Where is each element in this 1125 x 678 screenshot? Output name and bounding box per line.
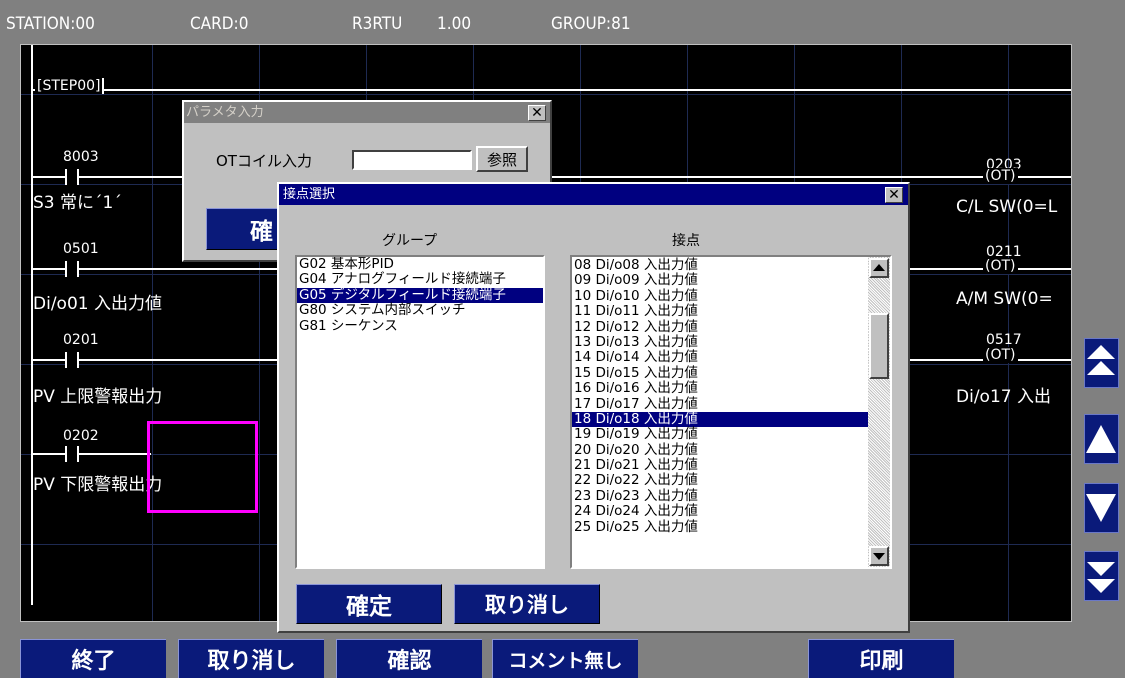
contact-select-dialog: 接点選択 ✕ グループ 接点 G02 基本形PID G04 アナログフィールド接続… <box>277 182 910 633</box>
step-line <box>31 89 1071 91</box>
coil-comment: C/L SW(0=L <box>956 197 1058 217</box>
contact-address: 0201 <box>63 332 99 348</box>
contact-list-item[interactable]: 09 Di/o09 入出力値 <box>572 272 870 288</box>
page-down-icon <box>1087 562 1115 593</box>
card-label: CARD:0 <box>190 14 249 34</box>
group-list-item[interactable]: G04 アナログフィールド接続端子 <box>297 271 543 287</box>
param-confirm-button[interactable]: 確 <box>206 208 280 250</box>
contact-address: 0501 <box>63 241 99 257</box>
up-icon <box>1086 425 1116 453</box>
page-up-icon <box>1087 345 1115 375</box>
contact-confirm-button[interactable]: 確定 <box>296 584 442 624</box>
rung-line <box>31 453 151 455</box>
coil-type: OT <box>990 168 1011 184</box>
model-label: R3RTU <box>352 14 403 34</box>
contact-no-icon[interactable] <box>65 169 79 185</box>
contact-address: 0202 <box>63 428 99 444</box>
contact-scrollbar[interactable] <box>868 257 890 567</box>
contact-no-icon[interactable] <box>65 446 79 462</box>
contact-comment: PV 下限警報出力 <box>33 475 163 495</box>
contact-cancel-button[interactable]: 取り消し <box>454 584 600 624</box>
confirm-button[interactable]: 確認 <box>336 639 482 678</box>
contact-list-item[interactable]: 08 Di/o08 入出力値 <box>572 257 870 273</box>
contact-close-button[interactable]: ✕ <box>885 187 903 203</box>
contact-no-icon[interactable] <box>65 352 79 368</box>
group-list-item[interactable]: G80 システム内部スイッチ <box>297 302 543 318</box>
scroll-down-arrow[interactable] <box>869 546 889 566</box>
contact-list-item[interactable]: 25 Di/o25 入出力値 <box>572 519 870 535</box>
scroll-thumb[interactable] <box>869 313 889 379</box>
coil-icon[interactable]: (OT) <box>983 258 1018 274</box>
param-dialog-titlebar: パラメタ入力 <box>184 102 550 123</box>
exit-button[interactable]: 終了 <box>20 639 166 678</box>
contact-list-item[interactable]: 12 Di/o12 入出力値 <box>572 319 870 335</box>
print-button[interactable]: 印刷 <box>808 639 954 678</box>
step-label: [STEP00] <box>35 78 105 94</box>
contact-list-item[interactable]: 18 Di/o18 入出力値 <box>572 411 870 428</box>
scroll-down-button[interactable] <box>1084 483 1119 533</box>
ot-coil-input[interactable] <box>352 150 472 170</box>
contact-list-item[interactable]: 21 Di/o21 入出力値 <box>572 457 870 473</box>
contact-list[interactable]: 08 Di/o08 入出力値 09 Di/o09 入出力値 10 Di/o10 入出… <box>570 255 892 569</box>
contact-comment: PV 上限警報出力 <box>33 387 163 407</box>
close-icon: ✕ <box>888 187 900 203</box>
param-dialog-title: パラメタ入力 <box>186 105 264 120</box>
triangle-up-icon <box>873 264 885 271</box>
group-header: グループ <box>382 233 438 249</box>
contact-no-icon[interactable] <box>65 261 79 277</box>
contact-dialog-title: 接点選択 <box>283 187 336 202</box>
contact-comment: S3 常に´1´ <box>33 193 122 213</box>
contact-list-item[interactable]: 20 Di/o20 入出力値 <box>572 442 870 458</box>
param-close-button[interactable]: ✕ <box>528 105 546 121</box>
coil-address: 0517 <box>986 332 1022 348</box>
coil-icon[interactable]: (OT) <box>983 168 1018 184</box>
contact-address: 8003 <box>63 149 99 165</box>
version-label: 1.00 <box>437 14 472 34</box>
scroll-up-arrow[interactable] <box>869 258 889 278</box>
contact-list-item[interactable]: 22 Di/o22 入出力値 <box>572 473 870 489</box>
group-list-item[interactable]: G81 シーケンス <box>297 318 543 334</box>
coil-type: OT <box>990 347 1011 363</box>
scroll-up-button[interactable] <box>1084 414 1119 464</box>
no-comment-button[interactable]: コメント無し <box>492 639 638 678</box>
cancel-button[interactable]: 取り消し <box>178 639 324 678</box>
group-list-item[interactable]: G05 デジタルフィールド接続端子 <box>297 287 543 304</box>
down-icon <box>1086 494 1116 522</box>
contact-comment: Di/o01 入出力値 <box>33 294 162 314</box>
contact-list-item[interactable]: 23 Di/o23 入出力値 <box>572 488 870 504</box>
selection-cursor[interactable] <box>147 421 258 513</box>
page-up-button[interactable] <box>1084 338 1119 388</box>
contact-list-item[interactable]: 10 Di/o10 入出力値 <box>572 288 870 304</box>
browse-button[interactable]: 参照 <box>476 146 528 172</box>
coil-comment: A/M SW(0= <box>956 289 1053 309</box>
triangle-down-icon <box>873 553 885 560</box>
contact-list-item[interactable]: 11 Di/o11 入出力値 <box>572 303 870 319</box>
coil-type: OT <box>990 258 1011 274</box>
group-label: GROUP:81 <box>551 14 631 34</box>
left-power-rail <box>31 45 33 605</box>
contact-dialog-titlebar: 接点選択 <box>279 184 908 205</box>
coil-comment: Di/o17 入出 <box>956 387 1051 407</box>
contact-header: 接点 <box>672 233 700 249</box>
group-list[interactable]: G02 基本形PID G04 アナログフィールド接続端子 G05 デジタルフィールド… <box>295 255 545 569</box>
station-label: STATION:00 <box>6 14 95 34</box>
ot-coil-label: OTコイル入力 <box>216 152 312 170</box>
contact-list-item[interactable]: 15 Di/o15 入出力値 <box>572 365 870 381</box>
coil-icon[interactable]: (OT) <box>983 347 1018 363</box>
close-icon: ✕ <box>531 105 543 121</box>
contact-list-item[interactable]: 13 Di/o13 入出力値 <box>572 334 870 350</box>
contact-list-item[interactable]: 17 Di/o17 入出力値 <box>572 396 870 412</box>
contact-list-item[interactable]: 24 Di/o24 入出力値 <box>572 503 870 519</box>
page-down-button[interactable] <box>1084 551 1119 601</box>
contact-list-item[interactable]: 16 Di/o16 入出力値 <box>572 380 870 396</box>
contact-list-item[interactable]: 14 Di/o14 入出力値 <box>572 349 870 365</box>
contact-list-item[interactable]: 19 Di/o19 入出力値 <box>572 426 870 442</box>
